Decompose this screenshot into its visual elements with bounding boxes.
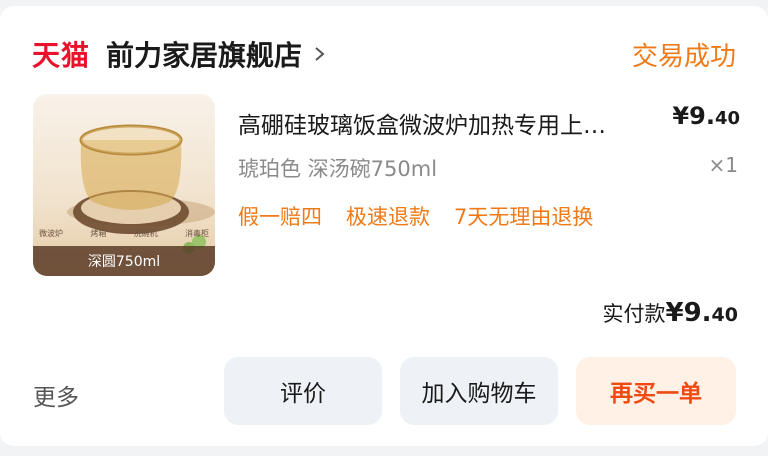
product-title[interactable]: 高硼硅玻璃饭盒微波炉加热专用上… — [238, 106, 658, 140]
tag-7day-return: 7天无理由退换 — [454, 205, 594, 229]
add-to-cart-button[interactable]: 加入购物车 — [400, 357, 558, 425]
more-button[interactable]: 更多 — [33, 378, 79, 412]
usage-icons: 微波炉 烤箱 洗碗机 消毒柜 — [39, 228, 209, 240]
payment-amount-cents: 40 — [711, 304, 738, 326]
order-card: 天猫 前力家居旗舰店 交易成功 微波炉 烤箱 洗碗机 消毒柜 深圆750ml 高 — [0, 6, 768, 446]
product-price: ¥9.40 — [672, 102, 740, 130]
tmall-logo: 天猫 — [32, 39, 91, 72]
price-main: ¥9. — [672, 102, 715, 130]
tag-fake-compensation: 假一赔四 — [238, 205, 322, 229]
dishwasher-label: 洗碗机 — [133, 229, 158, 238]
shop-name: 前力家居旗舰店 — [106, 39, 303, 72]
product-quantity: ×1 — [708, 153, 738, 177]
order-status: 交易成功 — [631, 42, 736, 72]
order-header: 天猫 前力家居旗舰店 交易成功 — [32, 28, 736, 78]
buy-again-button[interactable]: 再买一单 — [576, 357, 736, 425]
microwave-label: 微波炉 — [39, 229, 63, 238]
price-cents: 40 — [714, 108, 740, 129]
sterilizer-label: 消毒柜 — [184, 229, 209, 238]
oven-label: 烤箱 — [90, 229, 107, 238]
review-button[interactable]: 评价 — [224, 357, 382, 425]
service-tags: 假一赔四 极速退款 7天无理由退换 — [238, 201, 593, 231]
chevron-right-icon — [315, 47, 325, 61]
product-image[interactable]: 微波炉 烤箱 洗碗机 消毒柜 深圆750ml — [33, 94, 215, 276]
actual-payment: 实付款 ¥9. 40 — [602, 298, 738, 328]
tag-fast-refund: 极速退款 — [346, 205, 430, 229]
payment-label: 实付款 — [602, 302, 666, 326]
product-sku: 琥珀色 深汤碗750ml — [238, 157, 438, 181]
image-caption: 深圆750ml — [33, 246, 215, 276]
shop-link[interactable]: 前力家居旗舰店 — [106, 34, 326, 74]
payment-amount-main: ¥9. — [665, 298, 712, 328]
